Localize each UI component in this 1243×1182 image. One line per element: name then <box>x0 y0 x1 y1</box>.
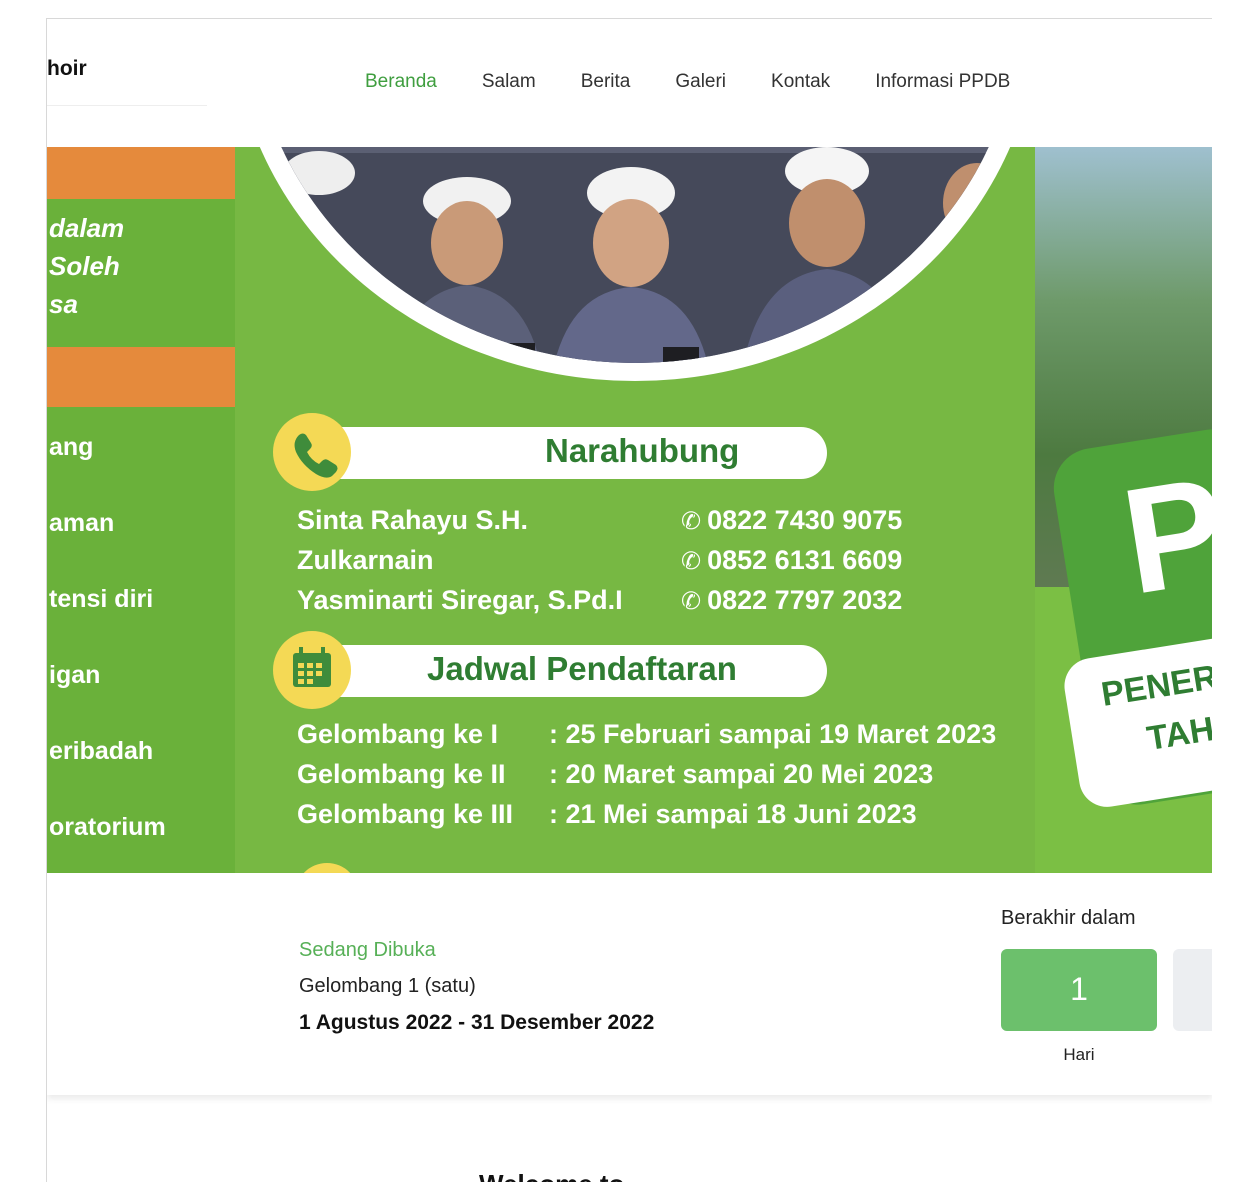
countdown-label: Berakhir dalam <box>1001 907 1136 929</box>
photo-frame <box>235 147 1035 381</box>
carousel-slide-active[interactable]: Narahubung Sinta Rahayu S.H. ✆ 0822 7430 … <box>235 147 1035 873</box>
contact-title: Narahubung <box>545 432 740 469</box>
facility-item: aman <box>49 509 115 537</box>
schedule-wave-date: : 20 Maret sampai 20 Mei 2023 <box>549 759 934 789</box>
facility-item: tensi diri <box>49 585 154 613</box>
site-header: hoir Beranda Salam Berita Galeri Kontak … <box>47 19 1212 147</box>
welcome-heading: Welcome to <box>479 1169 624 1182</box>
countdown-days-box: 1 <box>1001 949 1157 1031</box>
countdown-hours-box <box>1173 949 1212 1031</box>
contact-name: Zulkarnain <box>297 545 434 575</box>
schedule-wave-date: : 25 Februari sampai 19 Maret 2023 <box>549 719 997 749</box>
nav-salam[interactable]: Salam <box>482 71 536 93</box>
schedule-wave-label: Gelombang ke III <box>297 799 514 829</box>
schedule-title: Jadwal Pendaftaran <box>427 650 737 687</box>
facility-item: ang <box>49 433 94 461</box>
contact-phone[interactable]: ✆ 0822 7797 2032 <box>681 585 902 616</box>
slide-tagline: dalam <box>49 213 125 243</box>
carousel-slide-previous[interactable]: dalam Soleh sa ang aman tensi diri igan … <box>47 147 235 873</box>
slide-tagline: Soleh <box>49 251 120 281</box>
facility-item: eribadah <box>49 737 154 765</box>
contact-name: Sinta Rahayu S.H. <box>297 505 529 535</box>
countdown-days-value: 1 <box>1070 971 1088 1007</box>
schedule-wave-label: Gelombang ke I <box>297 719 499 749</box>
orange-bar <box>47 347 235 407</box>
nav-kontak[interactable]: Kontak <box>771 71 830 93</box>
browser-viewport: hoir Beranda Salam Berita Galeri Kontak … <box>46 18 1212 1182</box>
calendar-icon <box>273 631 351 709</box>
registration-status: Sedang Dibuka Gelombang 1 (satu) 1 Agust… <box>47 873 1212 1095</box>
facility-item: oratorium <box>49 813 166 841</box>
students-photo <box>249 147 1021 363</box>
wave-name: Gelombang 1 (satu) <box>299 975 476 997</box>
nav-galeri[interactable]: Galeri <box>675 71 726 93</box>
nav-informasi-ppdb[interactable]: Informasi PPDB <box>875 71 1010 93</box>
nav-berita[interactable]: Berita <box>581 71 631 93</box>
wave-date-range: 1 Agustus 2022 - 31 Desember 2022 <box>299 1011 655 1034</box>
carousel-slide-next[interactable]: P PENER TAH <box>1035 147 1212 873</box>
hero-carousel[interactable]: dalam Soleh sa ang aman tensi diri igan … <box>47 147 1212 873</box>
phone-icon: ✆ <box>681 548 702 575</box>
orange-bar <box>47 147 235 199</box>
main-nav: Beranda Salam Berita Galeri Kontak Infor… <box>365 71 1055 93</box>
site-logo-text[interactable]: hoir <box>47 57 87 81</box>
yellow-circle-partial <box>295 863 359 873</box>
contact-phone[interactable]: ✆ 0852 6131 6609 <box>681 545 902 576</box>
contact-phone[interactable]: ✆ 0822 7430 9075 <box>681 505 902 536</box>
phone-icon: ✆ <box>681 588 702 615</box>
schedule-wave-date: : 21 Mei sampai 18 Juni 2023 <box>549 799 917 829</box>
phone-icon: ✆ <box>681 508 702 535</box>
logo-divider <box>47 105 207 106</box>
facility-item: igan <box>49 661 101 689</box>
students-illustration <box>249 147 1021 363</box>
slide-tagline: sa <box>49 289 78 319</box>
schedule-wave-label: Gelombang ke II <box>297 759 506 789</box>
contact-name: Yasminarti Siregar, S.Pd.I <box>297 585 623 615</box>
phone-icon <box>273 413 351 491</box>
nav-beranda[interactable]: Beranda <box>365 71 437 93</box>
countdown-days-label: Hari <box>1063 1045 1095 1064</box>
status-label: Sedang Dibuka <box>299 939 436 961</box>
